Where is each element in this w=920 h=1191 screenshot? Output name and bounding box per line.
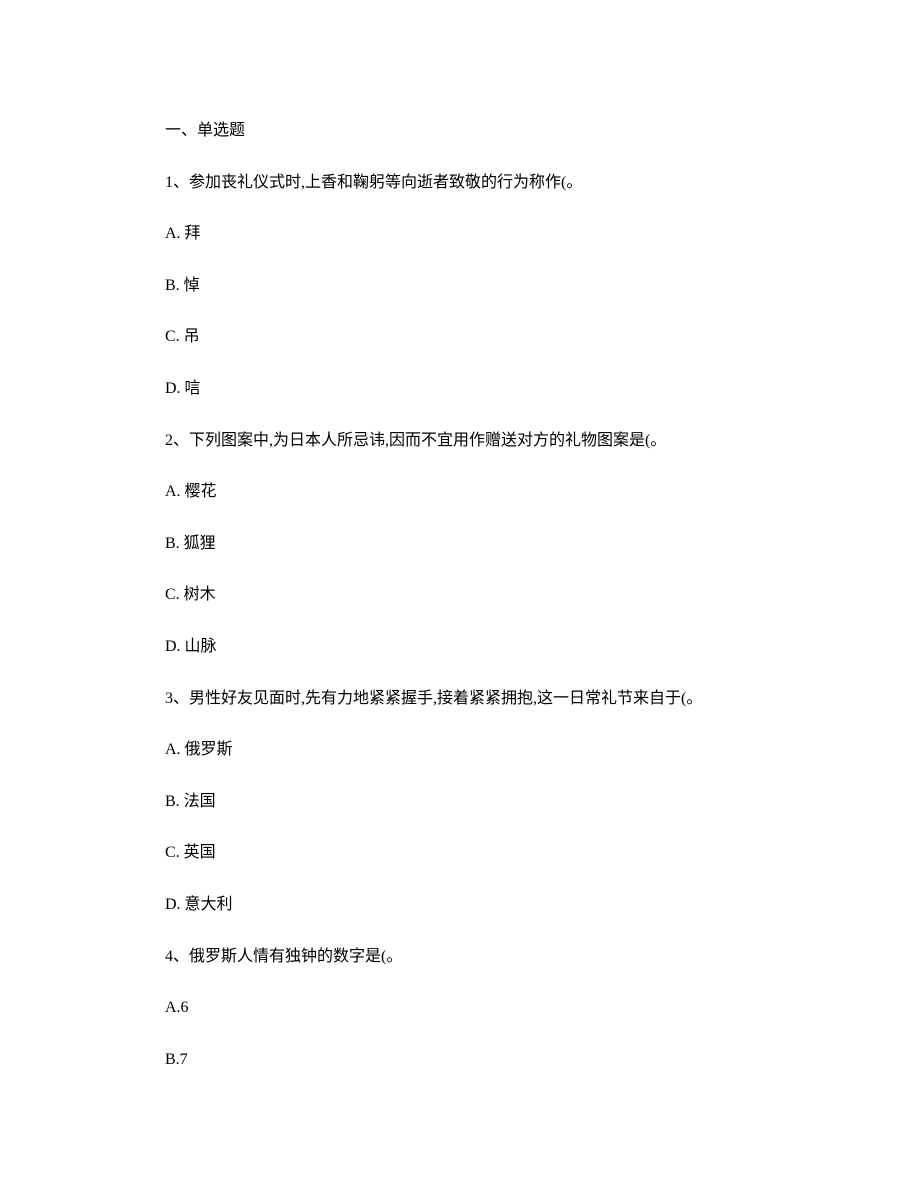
question-option: B. 狐狸 [165, 531, 755, 557]
question-option: A.6 [165, 995, 755, 1021]
question-option: A. 樱花 [165, 479, 755, 505]
section-title: 一、单选题 [165, 118, 755, 144]
question-option: C. 吊 [165, 324, 755, 350]
question-option: D. 意大利 [165, 892, 755, 918]
question-option: D. 山脉 [165, 634, 755, 660]
question-stem: 2、下列图案中,为日本人所忌讳,因而不宜用作赠送对方的礼物图案是(。 [165, 428, 755, 454]
question-option: D. 唁 [165, 376, 755, 402]
question-option: B. 悼 [165, 273, 755, 299]
question-stem: 4、俄罗斯人情有独钟的数字是(。 [165, 944, 755, 970]
question-option: A. 拜 [165, 221, 755, 247]
question-option: B. 法国 [165, 789, 755, 815]
question-option: C. 英国 [165, 840, 755, 866]
question-stem: 3、男性好友见面时,先有力地紧紧握手,接着紧紧拥抱,这一日常礼节来自于(。 [165, 686, 755, 712]
question-option: B.7 [165, 1047, 755, 1073]
question-option: C. 树木 [165, 582, 755, 608]
question-stem: 1、参加丧礼仪式时,上香和鞠躬等向逝者致敬的行为称作(。 [165, 170, 755, 196]
question-option: A. 俄罗斯 [165, 737, 755, 763]
